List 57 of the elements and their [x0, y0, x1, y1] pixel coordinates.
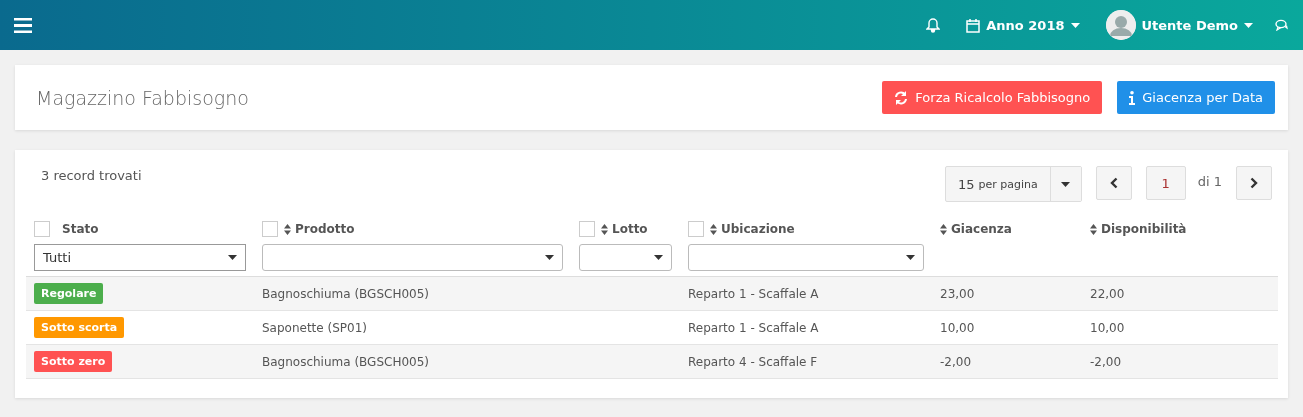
sort-icon [284, 223, 291, 235]
status-badge: Regolare [34, 283, 104, 304]
caret-icon [1244, 22, 1253, 28]
column-header[interactable]: Prodotto [262, 221, 355, 237]
sort-icon [940, 223, 947, 235]
sort-icon [710, 223, 717, 235]
caret-icon [654, 255, 663, 260]
caret-icon [1061, 181, 1071, 187]
total-pages: di 1 [1197, 174, 1222, 189]
column-header[interactable]: Stato [34, 221, 99, 237]
caret-icon [1070, 22, 1080, 28]
caret-icon [228, 255, 237, 260]
table-cell: Bagnoschiuma (BGSCH005) [262, 354, 429, 369]
table-cell: Reparto 1 - Scaffale A [688, 320, 819, 335]
page-title: Magazzino Fabbisogno [36, 86, 250, 109]
chevron-left-icon [1109, 177, 1118, 189]
checkbox[interactable] [688, 221, 704, 237]
table-cell: Reparto 1 - Scaffale A [688, 286, 819, 301]
filter-dropdown[interactable] [688, 244, 924, 271]
chevron-right-icon [1250, 177, 1258, 189]
info-icon [1129, 90, 1136, 105]
caret-icon [906, 255, 915, 260]
filter-dropdown[interactable] [262, 244, 563, 271]
menu-icon[interactable] [14, 17, 32, 33]
previous-page-button[interactable] [1095, 166, 1132, 200]
caret-icon [545, 255, 554, 260]
table-cell: 22,00 [1090, 286, 1125, 301]
column-header[interactable]: Lotto [579, 221, 648, 237]
table-cell: 10,00 [1090, 320, 1125, 335]
table-cell: -2,00 [1090, 354, 1122, 369]
filter-dropdown[interactable]: Tutti [34, 244, 246, 271]
page-number-field[interactable]: 1 [1145, 166, 1186, 200]
checkbox[interactable] [34, 221, 50, 237]
table-cell: Reparto 4 - Scaffale F [688, 354, 818, 369]
table-cell: 10,00 [940, 320, 975, 335]
table-cell: 23,00 [940, 286, 975, 301]
table-cell: Saponette (SP01) [262, 320, 367, 335]
checkbox[interactable] [262, 221, 278, 237]
status-badge: Sotto zero [34, 351, 113, 372]
checkbox[interactable] [579, 221, 595, 237]
column-header[interactable]: Ubicazione [688, 221, 795, 237]
column-header[interactable]: Disponibilità [1090, 222, 1187, 236]
page-size-selector[interactable]: 15 per pagina [944, 166, 1082, 202]
column-header[interactable]: Giacenza [940, 222, 1012, 236]
table-cell: -2,00 [940, 354, 972, 369]
table-cell: Bagnoschiuma (BGSCH005) [262, 286, 429, 301]
bell-icon[interactable] [926, 17, 941, 33]
next-page-button[interactable] [1236, 166, 1272, 200]
filter-dropdown[interactable] [579, 244, 672, 271]
refresh-icon [894, 90, 909, 105]
sort-icon [1090, 223, 1097, 235]
sort-icon [601, 223, 608, 235]
calendar-icon [966, 17, 981, 33]
record-count: 3 record trovati [41, 168, 143, 183]
status-badge: Sotto scorta [34, 317, 125, 338]
avatar-icon [1105, 10, 1136, 40]
chat-icon[interactable] [1275, 19, 1289, 31]
